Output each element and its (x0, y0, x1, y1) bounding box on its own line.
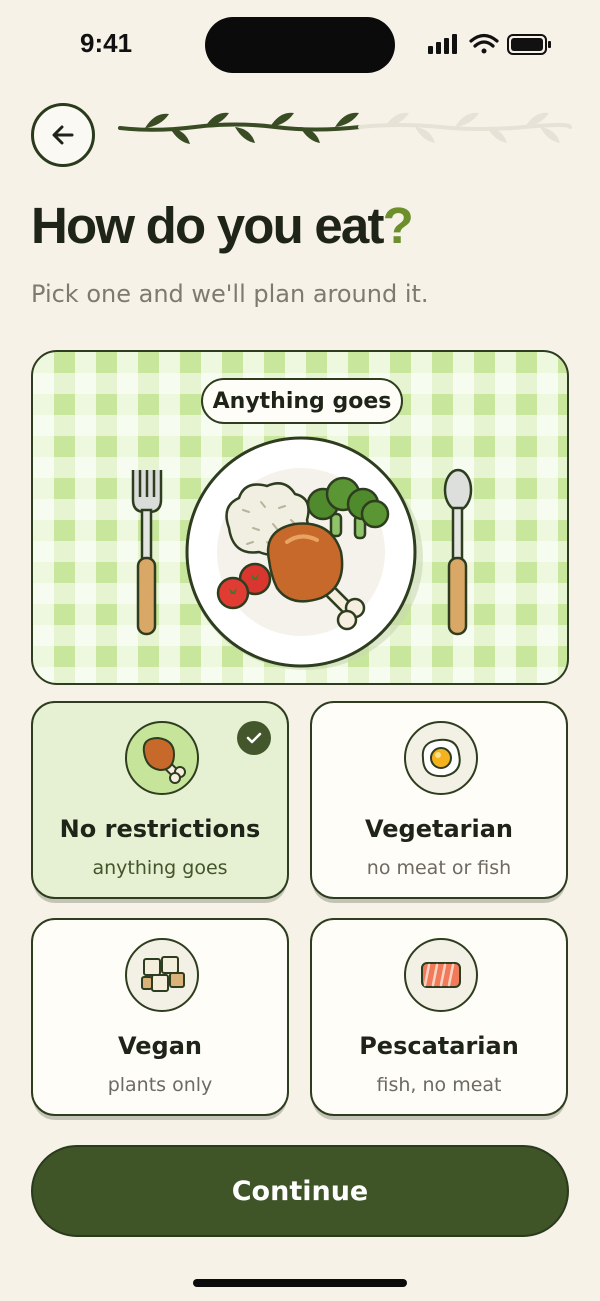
salmon-fillet-icon (421, 962, 461, 988)
hero-illustration-card: Anything goes (31, 350, 569, 685)
battery-icon (507, 34, 551, 55)
back-button[interactable] (31, 103, 95, 167)
fried-egg-icon (421, 738, 461, 778)
dynamic-island (205, 17, 395, 73)
page-title-text: How do you eat (31, 197, 384, 254)
option-description: plants only (107, 1074, 213, 1096)
status-bar: 9:41 (0, 0, 600, 90)
option-label: Vegan (118, 1032, 202, 1060)
option-description: no meat or fish (366, 857, 512, 879)
option-icon-circle (125, 938, 199, 1012)
spoon-icon (443, 468, 473, 636)
option-description: fish, no meat (376, 1074, 502, 1096)
fork-icon (131, 470, 163, 636)
hero-pill-label: Anything goes (201, 378, 403, 424)
chicken-leg-icon (142, 736, 186, 784)
option-icon-circle (125, 721, 199, 795)
option-label: Pescatarian (359, 1032, 519, 1060)
status-icons (428, 33, 551, 55)
option-label: Vegetarian (364, 815, 513, 843)
page-title-question-mark: ? (382, 197, 414, 254)
option-card-pescatarian[interactable]: Pescatarian fish, no meat (310, 918, 568, 1116)
option-card-vegan[interactable]: Vegan plants only (31, 918, 289, 1116)
status-time: 9:41 (80, 28, 133, 58)
arrow-left-icon (52, 125, 74, 145)
checkmark-icon (246, 732, 262, 744)
option-description: anything goes (92, 857, 228, 879)
vine-progress-indicator (118, 112, 572, 144)
option-icon-circle (404, 938, 478, 1012)
option-card-vegetarian[interactable]: Vegetarian no meat or fish (310, 701, 568, 899)
page-title: How do you eat? (31, 196, 414, 255)
home-indicator[interactable] (193, 1279, 407, 1287)
continue-button[interactable]: Continue (31, 1145, 569, 1237)
cellular-signal-icon (428, 34, 457, 54)
wifi-icon (469, 33, 499, 54)
tofu-cubes-icon (141, 956, 185, 992)
option-icon-circle (404, 721, 478, 795)
option-card-no-restrictions[interactable]: No restrictions anything goes (31, 701, 289, 899)
option-label: No restrictions (59, 815, 261, 843)
page-subtitle: Pick one and we'll plan around it. (31, 280, 429, 308)
selected-check-badge (237, 721, 271, 755)
